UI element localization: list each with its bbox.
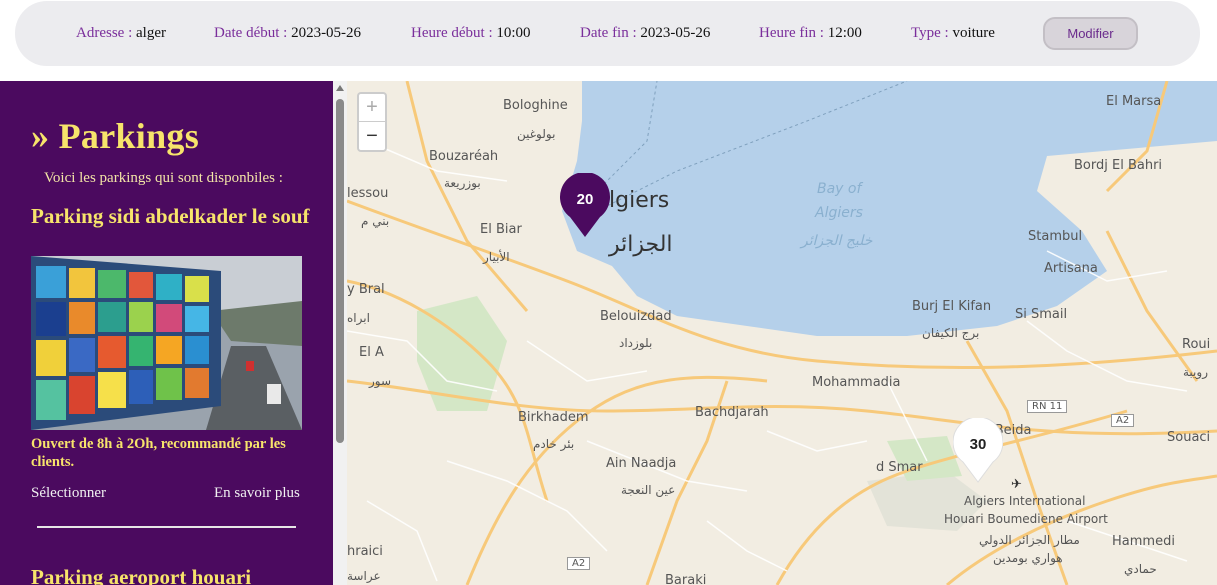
map-label: Belouizdad <box>600 309 672 324</box>
sidebar-subtitle: Voici les parkings qui sont disponbiles … <box>44 170 283 186</box>
map-label: الأبيار <box>483 250 510 264</box>
sidebar-scrollbar[interactable] <box>333 81 347 585</box>
map-label: Algiers <box>815 205 863 221</box>
sidebar-title: » Parkings <box>31 116 200 156</box>
map-label: Bay of <box>817 181 862 197</box>
map-label: Souaci <box>1167 430 1211 445</box>
end-date-value: 2023-05-26 <box>640 25 711 41</box>
map-label: بوزريعة <box>444 176 481 190</box>
map-label: خليج الجزائر <box>801 233 873 249</box>
end-time-value: 12:00 <box>827 25 862 41</box>
start-date-value: 2023-05-26 <box>291 25 362 41</box>
map-label: Artisana <box>1044 261 1098 276</box>
map-label: بلوزداد <box>619 336 653 350</box>
card-divider <box>37 526 296 528</box>
map-label: d Smar <box>876 460 923 475</box>
map-label: رويبة <box>1183 365 1208 379</box>
map-label: Houari Boumediene Airport <box>944 512 1108 526</box>
map-label: برج الكيفان <box>922 326 980 340</box>
address-field: Adresse : alger <box>76 25 166 42</box>
start-time-label: Heure début : <box>411 25 493 41</box>
start-date-label: Date début : <box>214 25 288 41</box>
road-shield: A2 <box>1111 414 1135 427</box>
search-bar: Adresse : alger Date début : 2023-05-26 … <box>15 1 1200 66</box>
map-label: بني م <box>361 214 390 228</box>
map-label: الجزائر <box>609 232 673 257</box>
map-label: Algiers International <box>964 494 1086 508</box>
road-shield: A2 <box>567 557 591 570</box>
select-link[interactable]: Sélectionner <box>31 485 106 502</box>
parkings-sidebar: » Parkings Voici les parkings qui sont d… <box>0 81 333 585</box>
map-label: Ain Naadja <box>606 456 677 471</box>
map-label: Stambul <box>1028 229 1083 244</box>
map-label: El Marsa <box>1106 94 1162 109</box>
map-label: بولوغين <box>517 127 556 141</box>
map-label: Bouzaréah <box>429 149 499 164</box>
map-label: Bologhine <box>503 98 568 113</box>
map-label: مطار الجزائر الدولي <box>979 533 1080 547</box>
parking-name: Parking aeroport houari <box>31 565 252 585</box>
airport-icon: ✈ <box>1011 477 1022 492</box>
scroll-up-arrow-icon[interactable] <box>336 85 344 91</box>
start-date-field: Date début : 2023-05-26 <box>214 25 361 42</box>
end-date-label: Date fin : <box>580 25 637 41</box>
parking-description: Ouvert de 8h à 2Oh, recommandé par les c… <box>31 436 286 470</box>
map-label: Bachdjarah <box>695 405 769 420</box>
map-label: Hammedi <box>1112 534 1175 549</box>
parking-photo <box>31 256 302 430</box>
map-label: Birkhadem <box>518 410 589 425</box>
learn-more-link[interactable]: En savoir plus <box>214 485 300 502</box>
map-label: حمادي <box>1124 562 1157 576</box>
map-label: y Bral <box>347 282 385 297</box>
map-label: Mohammadia <box>812 375 901 390</box>
map-label: El Biar <box>480 222 522 237</box>
map-label: Bordj El Bahri <box>1074 158 1163 173</box>
address-value: alger <box>136 25 166 41</box>
type-label: Type : <box>911 25 949 41</box>
parking-cluster-marker[interactable]: 30 <box>953 418 1003 484</box>
map-label: Roui <box>1182 337 1211 352</box>
end-time-field: Heure fin : 12:00 <box>759 25 862 42</box>
cluster-count: 20 <box>576 190 594 208</box>
scrollbar-thumb[interactable] <box>336 99 344 443</box>
modify-button[interactable]: Modifier <box>1043 17 1138 50</box>
parking-name: Parking sidi abdelkader le souf <box>31 204 310 228</box>
parking-cluster-marker[interactable]: 20 <box>560 173 610 239</box>
map-label: hraici <box>347 544 383 559</box>
zoom-in-button[interactable]: + <box>359 94 385 122</box>
parking-photo-image <box>31 256 302 430</box>
map-label: ابراه <box>347 311 370 325</box>
map-label: Si Smail <box>1015 307 1068 322</box>
map-label: سور <box>369 374 392 388</box>
cluster-count: 30 <box>969 435 987 453</box>
map-label: عراسة <box>347 569 381 583</box>
zoom-control: + − <box>357 92 387 152</box>
zoom-out-button[interactable]: − <box>359 122 385 150</box>
map-label: El A <box>359 345 384 360</box>
map[interactable]: + − Bologhine بولوغين Bouzaréah بوزريعة … <box>347 81 1217 585</box>
map-label: بئر خادم <box>533 437 575 451</box>
start-time-field: Heure début : 10:00 <box>411 25 531 42</box>
start-time-value: 10:00 <box>496 25 531 41</box>
type-field: Type : voiture <box>911 25 995 42</box>
map-label: عين النعجة <box>621 483 676 497</box>
road-shield: RN 11 <box>1027 400 1068 413</box>
map-label: Baraki <box>665 573 707 585</box>
map-label: lgiers <box>609 188 670 213</box>
map-label: هواري بومدين <box>993 551 1063 565</box>
type-value: voiture <box>952 25 995 41</box>
address-label: Adresse : <box>76 25 133 41</box>
map-label: lessou <box>347 186 389 201</box>
end-time-label: Heure fin : <box>759 25 824 41</box>
map-label: Burj El Kifan <box>912 299 992 314</box>
end-date-field: Date fin : 2023-05-26 <box>580 25 710 42</box>
